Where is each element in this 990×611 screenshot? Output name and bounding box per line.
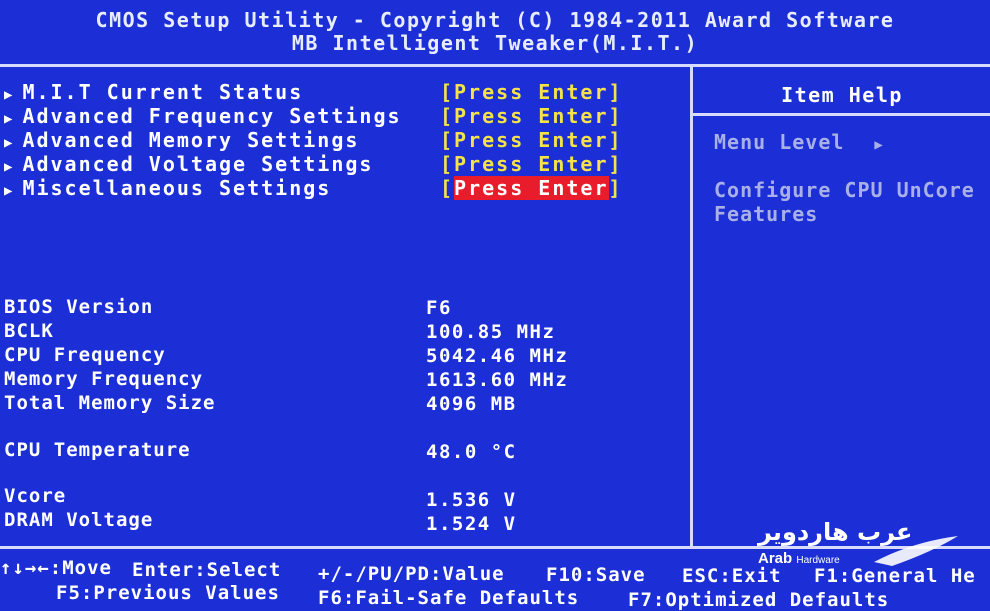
page-title: MB Intelligent Tweaker(M.I.T.) <box>291 31 699 55</box>
logo-english-text: Arab Hardware <box>758 550 840 567</box>
info-value-memory-frequency: 1613.60 MHz <box>426 369 569 391</box>
menu-item-miscellaneous[interactable]: ▶ Miscellaneous Settings <box>4 176 331 200</box>
help-description-line-2: Features <box>714 202 819 226</box>
submenu-arrow-icon: ▶ <box>4 183 15 199</box>
hotkey-fail-safe-defaults: F6:Fail-Safe Defaults <box>318 587 580 609</box>
info-value-cpu-temperature: 48.0 °C <box>426 441 517 463</box>
help-panel-title: Item Help <box>781 83 903 107</box>
help-divider <box>690 64 693 546</box>
info-label-cpu-temperature: CPU Temperature <box>4 439 191 461</box>
info-value-bclk: 100.85 MHz <box>426 321 556 343</box>
hotkey-move: ↑↓→←:Move <box>0 557 112 579</box>
utility-title: CMOS Setup Utility - Copyright (C) 1984-… <box>95 8 895 32</box>
menu-value-advanced-memory[interactable]: [Press Enter] <box>440 128 623 152</box>
info-label-dram-voltage: DRAM Voltage <box>4 509 154 531</box>
submenu-arrow-icon: ▶ <box>4 159 15 175</box>
hotkey-previous-values: F5:Previous Values <box>56 582 280 604</box>
menu-item-advanced-memory[interactable]: ▶ Advanced Memory Settings <box>4 128 359 152</box>
menu-item-mit-current-status[interactable]: ▶ M.I.T Current Status <box>4 80 303 104</box>
info-label-bclk: BCLK <box>4 320 54 342</box>
menu-value-advanced-frequency[interactable]: [Press Enter] <box>440 104 623 128</box>
menu-value-miscellaneous-selected[interactable]: [Press Enter] <box>440 176 623 200</box>
info-label-cpu-frequency: CPU Frequency <box>4 344 166 366</box>
hotkey-value: +/-/PU/PD:Value <box>318 563 505 585</box>
submenu-arrow-icon: ▶ <box>4 135 15 151</box>
header-divider <box>0 64 990 67</box>
hotkey-select: Enter:Select <box>132 559 282 581</box>
info-value-vcore: 1.536 V <box>426 489 517 511</box>
menu-item-advanced-voltage[interactable]: ▶ Advanced Voltage Settings <box>4 152 373 176</box>
menu-item-advanced-frequency[interactable]: ▶ Advanced Frequency Settings <box>4 104 402 128</box>
menu-level-arrow-icon: ▶ <box>874 137 884 153</box>
info-value-dram-voltage: 1.524 V <box>426 513 517 535</box>
hotkey-save: F10:Save <box>546 564 646 586</box>
info-label-total-memory: Total Memory Size <box>4 392 216 414</box>
info-label-bios-version: BIOS Version <box>4 296 154 318</box>
info-value-total-memory: 4096 MB <box>426 393 517 415</box>
info-label-memory-frequency: Memory Frequency <box>4 368 204 390</box>
help-description-line-1: Configure CPU UnCore <box>714 178 975 202</box>
menu-value-mit-current-status[interactable]: [Press Enter] <box>440 80 623 104</box>
menu-value-advanced-voltage[interactable]: [Press Enter] <box>440 152 623 176</box>
help-title-divider <box>693 113 990 116</box>
info-value-bios-version: F6 <box>426 297 452 319</box>
submenu-arrow-icon: ▶ <box>4 111 15 127</box>
hotkey-optimized-defaults: F7:Optimized Defaults <box>628 589 890 611</box>
info-label-vcore: Vcore <box>4 485 67 507</box>
info-value-cpu-frequency: 5042.46 MHz <box>426 345 569 367</box>
submenu-arrow-icon: ▶ <box>4 87 15 103</box>
help-menu-level: Menu Level ▶ <box>714 130 884 154</box>
logo-swoosh-icon <box>874 536 958 566</box>
arab-hardware-logo: عرب هاردوير Arab Hardware <box>752 518 962 580</box>
